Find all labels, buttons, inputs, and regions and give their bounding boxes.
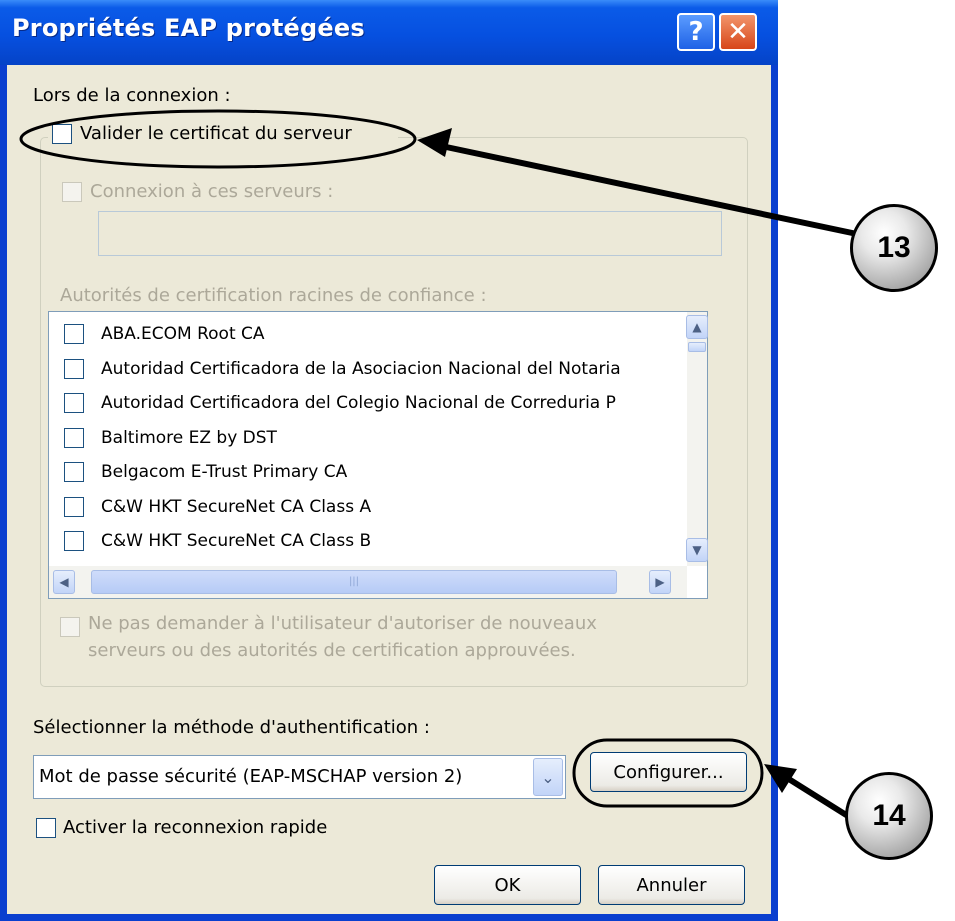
- callout-badge: 14: [845, 772, 933, 860]
- highlight-ellipse-configure: [572, 738, 764, 808]
- callout-badge: 13: [850, 204, 938, 292]
- annotation-overlay: [19, 109, 858, 821]
- arrow-13-head: [417, 128, 452, 157]
- arrow-13-line: [431, 141, 858, 237]
- highlight-ellipse-validate: [19, 109, 417, 169]
